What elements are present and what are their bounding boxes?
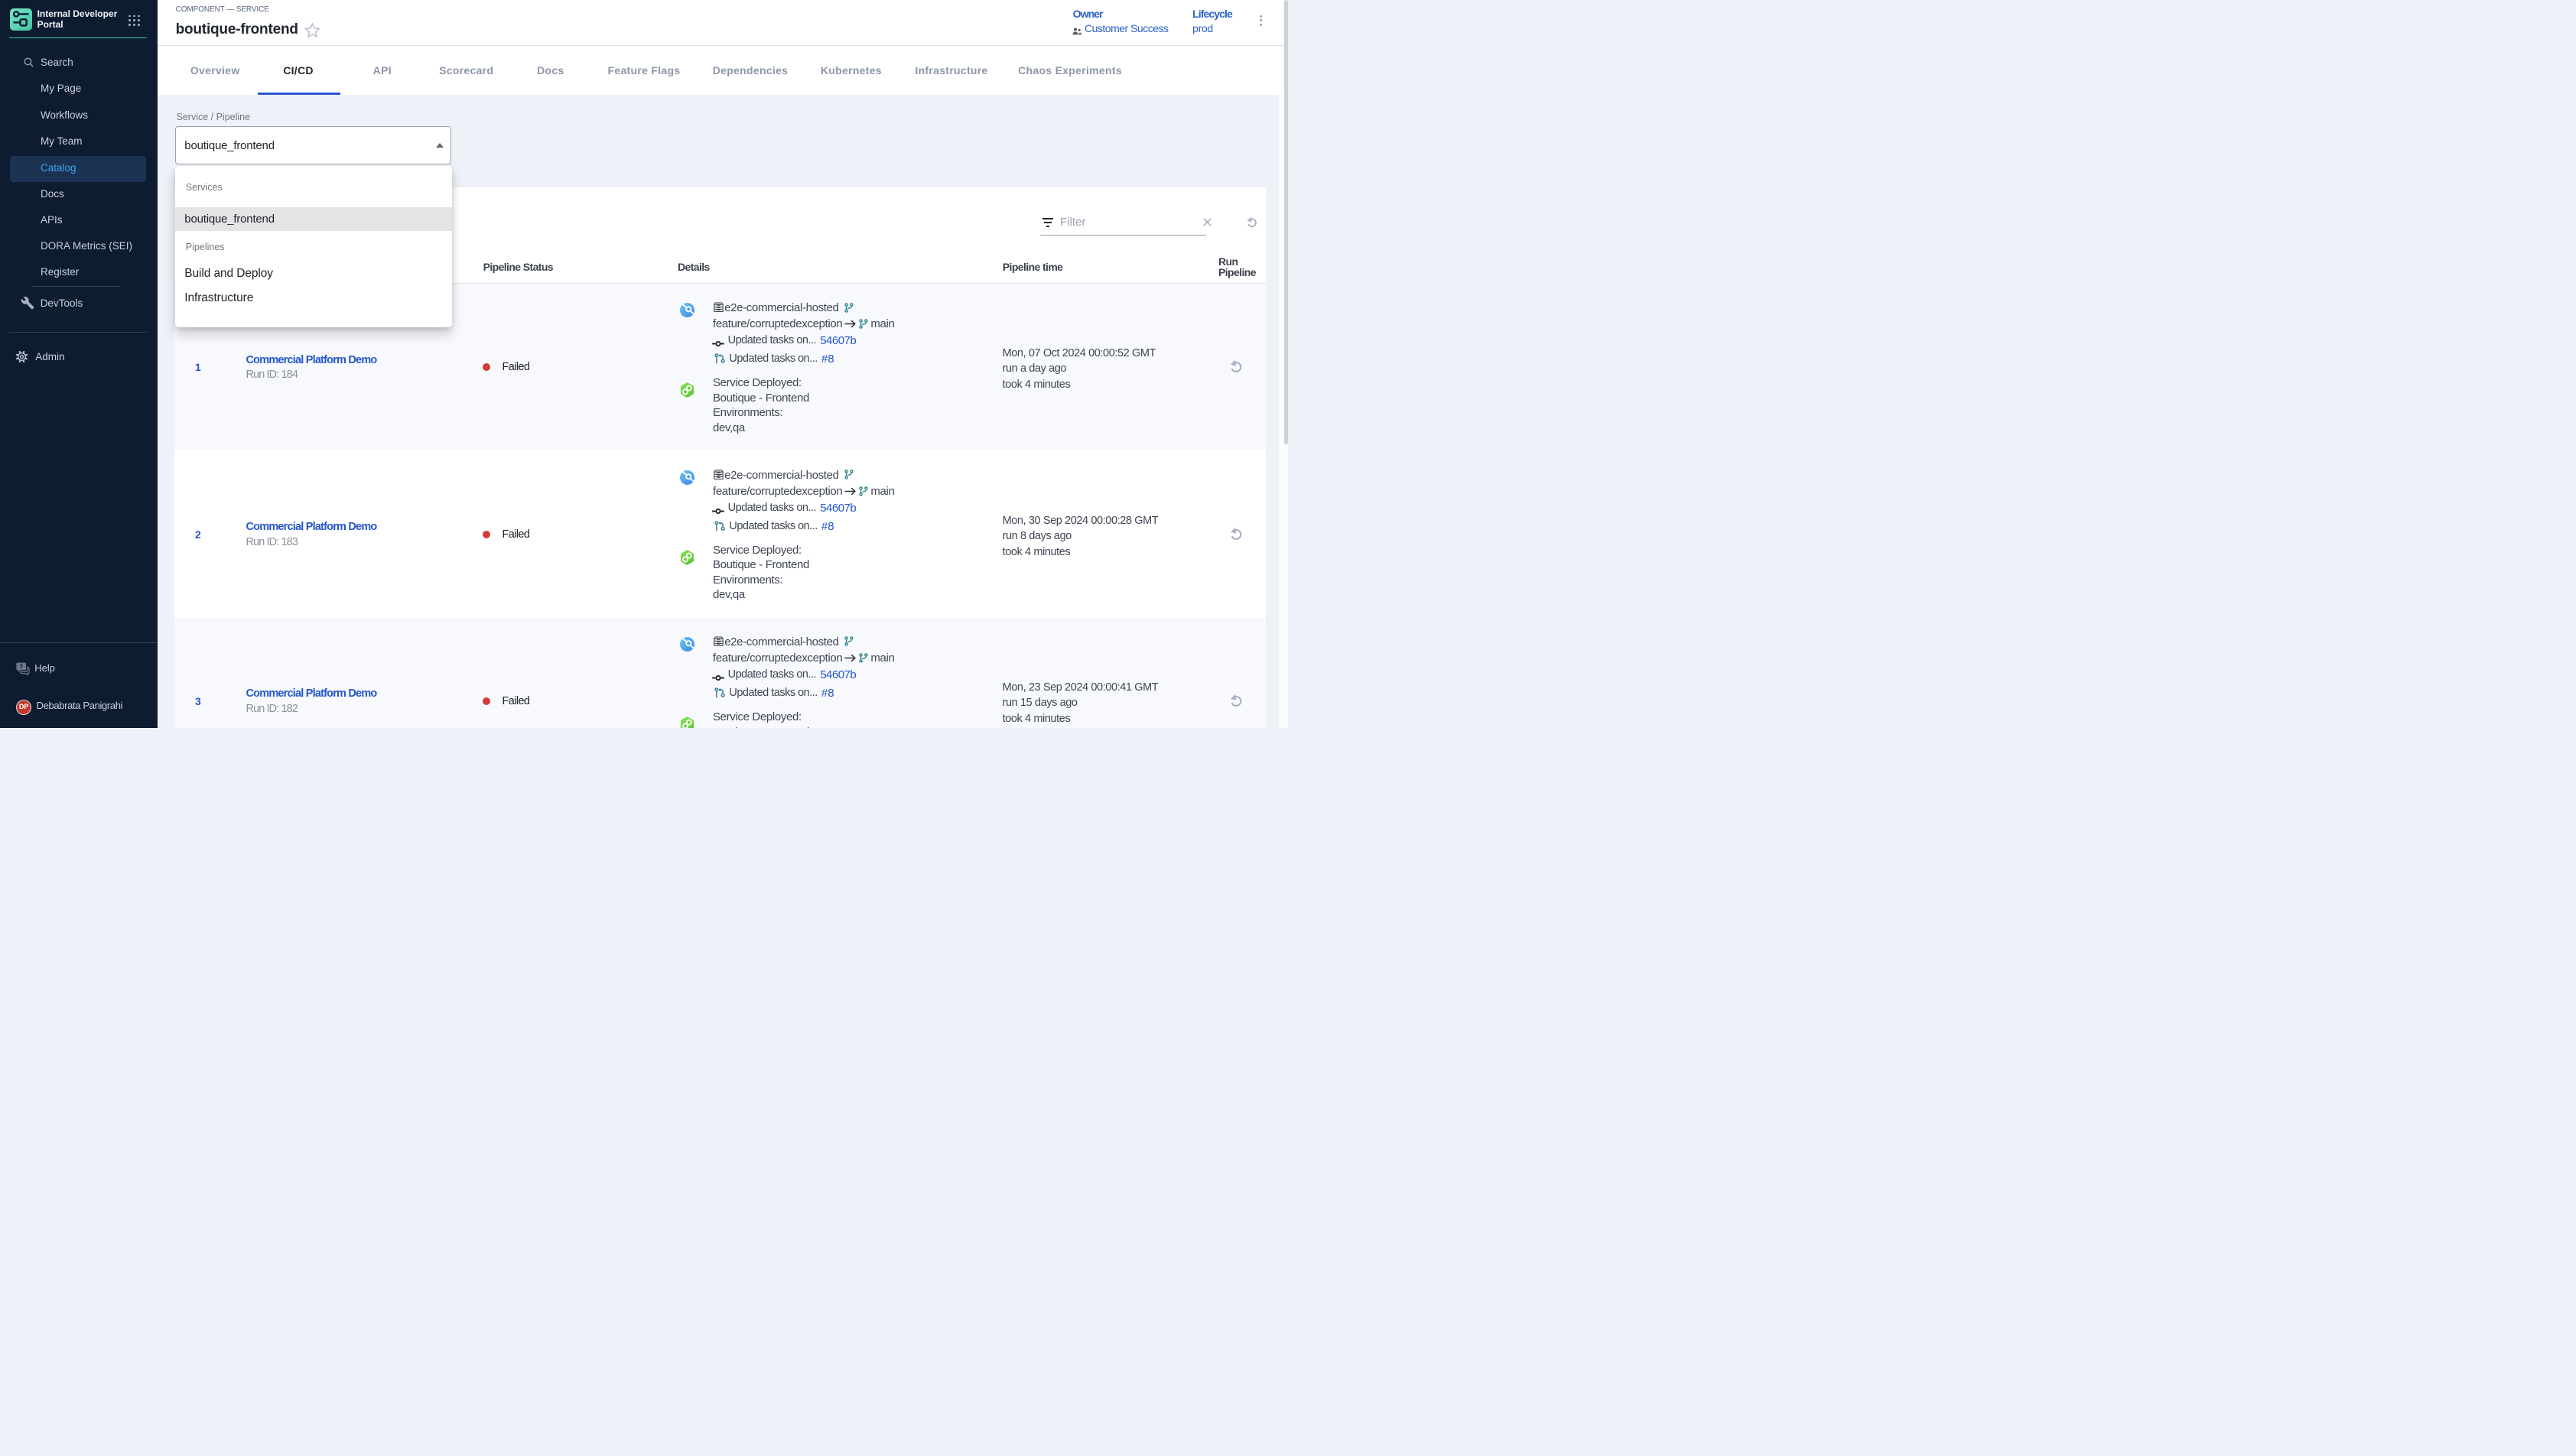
svg-text:?: ? bbox=[19, 664, 23, 671]
